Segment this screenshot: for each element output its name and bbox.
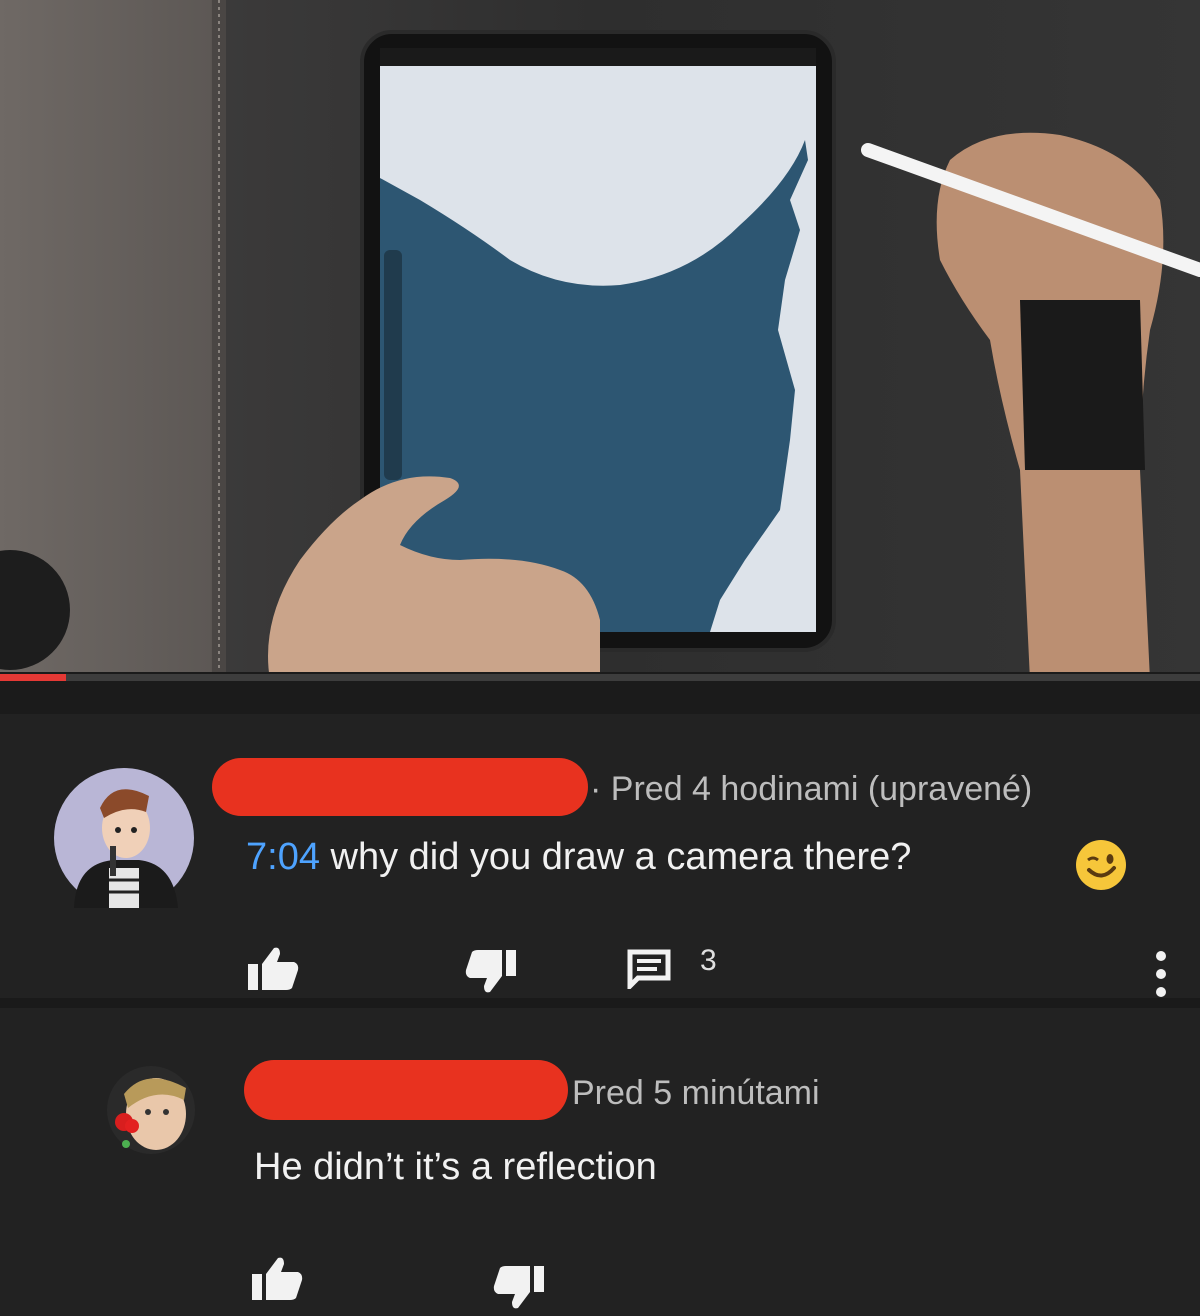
video-frame [0,0,1200,680]
comment-icon [627,949,671,989]
comment-meta: · Pred 4 hodinami (upravené) [590,770,1032,809]
author-name-redacted[interactable] [244,1060,568,1120]
drawing-glove [1020,300,1145,470]
comment-time: Pred 5 minútami [572,1074,820,1112]
thumbs-down-icon [493,1266,544,1309]
more-options-button[interactable] [1146,944,1176,1004]
thumbs-down-icon [465,950,516,993]
speaker-object [0,550,70,670]
author-name-redacted[interactable] [212,758,588,816]
more-vertical-icon [1156,951,1166,997]
like-button[interactable] [244,1250,308,1306]
comment-time: Pred 4 hodinami (upravené) [610,770,1033,808]
tablet-sidebar [384,250,402,480]
dislike-button[interactable] [488,1260,552,1316]
thumbs-up-icon [248,947,299,990]
comment-text: why did you draw a camera there? [330,836,912,878]
reply-count[interactable]: 3 [700,944,717,978]
reply-comment: Pred 5 minútami He didn’t it’s a reflect… [0,1008,1200,1315]
timestamp-link[interactable]: 7:04 [246,836,320,878]
reply-button[interactable] [624,946,674,992]
like-button[interactable] [240,940,304,996]
avatar[interactable] [106,1064,196,1156]
dislike-button[interactable] [460,944,524,1000]
comment-divider [0,998,1200,1008]
comment: · Pred 4 hodinami (upravené) 7:04 why di… [0,714,1200,998]
meta-dot: · [590,770,611,808]
avatar[interactable] [54,768,194,908]
wink-emoji-icon [1076,840,1126,890]
wall-seam [212,0,226,680]
comment-text: He didn’t it’s a reflection [254,1146,657,1188]
thumbs-up-icon [252,1257,303,1300]
video-player[interactable] [0,0,1200,680]
comment-text-line: 7:04 why did you draw a camera there? [246,836,911,879]
progress-fill [0,674,66,681]
progress-bar[interactable] [0,674,1200,681]
tablet-toolbar [380,48,816,66]
